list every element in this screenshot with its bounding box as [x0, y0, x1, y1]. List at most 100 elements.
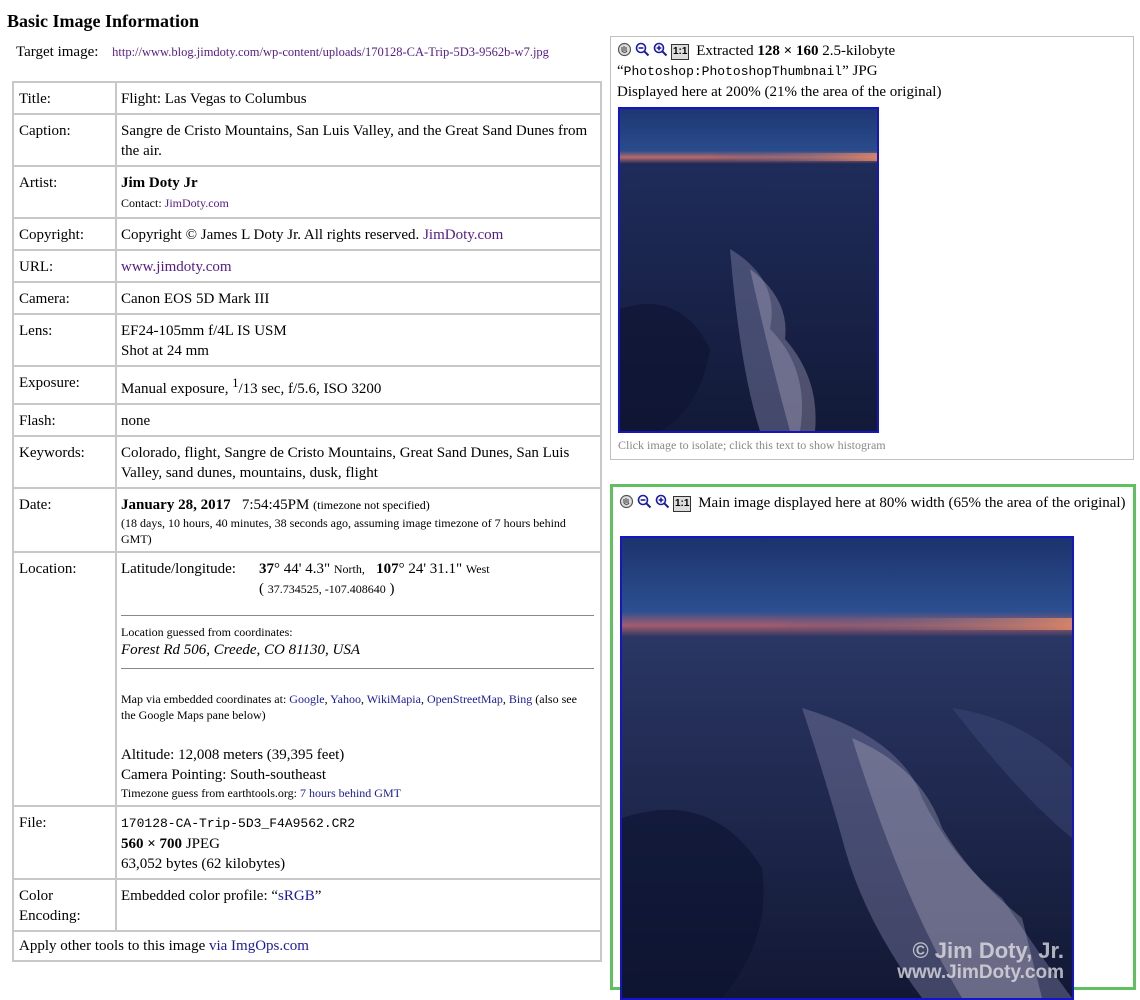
thumbnail-caption[interactable]: Click image to isolate; click this text …	[618, 438, 886, 453]
table-row-color: Color Encoding: Embedded color profile: …	[12, 878, 602, 932]
copyright-value: Copyright © James L Doty Jr. All rights …	[115, 217, 602, 251]
main-image-pane: 1:1 Main image displayed here at 80% wid…	[610, 484, 1136, 1000]
date-timezone: (timezone not specified)	[313, 498, 430, 512]
color-profile-prefix: Embedded color profile:	[121, 888, 268, 904]
thumbnail-size: 2.5-kilobyte	[822, 43, 896, 59]
hand-tool-icon[interactable]	[619, 494, 634, 509]
guessed-location-label: Location guessed from coordinates:	[121, 625, 293, 639]
title-label: Title:	[12, 81, 117, 115]
camera-pointing: Camera Pointing: South-southeast	[121, 767, 326, 783]
map-link-wikimapia[interactable]: WikiMapia	[367, 692, 421, 706]
exposure-mode: Manual exposure,	[121, 381, 229, 397]
table-row-camera: Camera: Canon EOS 5D Mark III	[12, 281, 602, 315]
artist-contact: Contact: JimDoty.com	[121, 196, 229, 210]
map-link-openstreetmap[interactable]: OpenStreetMap	[427, 692, 503, 706]
map-link-bing[interactable]: Bing	[509, 692, 532, 706]
exposure-value: Manual exposure, 1/13 sec, f/5.6, ISO 32…	[115, 365, 602, 405]
artist-name: Jim Doty Jr	[121, 175, 198, 191]
file-value: 170128-CA-Trip-5D3_F4A9562.CR2 560 × 700…	[115, 805, 602, 880]
artist-contact-link[interactable]: JimDoty.com	[165, 196, 229, 210]
date-time: 7:54:45PM	[241, 497, 310, 513]
timezone-guess: Timezone guess from earthtools.org: 7 ho…	[121, 785, 594, 801]
camera-value: Canon EOS 5D Mark III	[115, 281, 602, 315]
location-value: Latitude/longitude: 37° 44' 4.3" North, …	[115, 551, 602, 807]
keywords-label: Keywords:	[12, 435, 117, 489]
zoom-out-icon[interactable]	[635, 42, 650, 57]
caption-label: Caption:	[12, 113, 117, 167]
thumbnail-pane-header: 1:1 Extracted 128 × 160 2.5-kilobyte “Ph…	[617, 42, 942, 100]
file-label: File:	[12, 805, 117, 880]
main-pane-header: 1:1 Main image displayed here at 80% wid…	[613, 487, 1133, 513]
divider	[121, 668, 594, 669]
file-bytes: 63,052 bytes (62 kilobytes)	[121, 856, 286, 872]
latlong-row: Latitude/longitude: 37° 44' 4.3" North, …	[121, 559, 594, 599]
table-row-title: Title: Flight: Las Vegas to Columbus	[12, 81, 602, 115]
lens-value: EF24-105mm f/4L IS USM Shot at 24 mm	[115, 313, 602, 367]
apply-tools-cell: Apply other tools to this image via ImgO…	[12, 930, 602, 962]
target-image-link[interactable]: http://www.blog.jimdoty.com/wp-content/u…	[112, 45, 549, 59]
decimal-coordinates: 37.734525, -107.408640	[267, 582, 386, 596]
thumbnail-image[interactable]	[618, 107, 879, 433]
long-degrees: 107	[376, 561, 399, 577]
date-value: January 28, 2017 7:54:45PM (timezone not…	[115, 487, 602, 553]
url-link[interactable]: www.jimdoty.com	[121, 259, 232, 275]
title-value: Flight: Las Vegas to Columbus	[115, 81, 602, 115]
timezone-guess-prefix: Timezone guess from earthtools.org:	[121, 786, 297, 800]
date-main: January 28, 2017	[121, 497, 231, 513]
long-direction: West	[465, 562, 490, 576]
table-row-keywords: Keywords: Colorado, flight, Sangre de Cr…	[12, 435, 602, 489]
url-value-cell: www.jimdoty.com	[115, 249, 602, 283]
map-link-yahoo[interactable]: Yahoo	[330, 692, 361, 706]
zoom-out-icon[interactable]	[637, 494, 652, 509]
date-label: Date:	[12, 487, 117, 553]
map-links-row: Map via embedded coordinates at: Google,…	[121, 692, 577, 722]
actual-size-button[interactable]: 1:1	[673, 496, 692, 512]
actual-size-button[interactable]: 1:1	[671, 44, 690, 60]
copyright-label: Copyright:	[12, 217, 117, 251]
hand-tool-icon[interactable]	[617, 42, 632, 57]
thumbnail-format: JPG	[852, 63, 878, 79]
thumbnail-pane: 1:1 Extracted 128 × 160 2.5-kilobyte “Ph…	[610, 36, 1134, 460]
table-row-caption: Caption: Sangre de Cristo Mountains, San…	[12, 113, 602, 167]
extracted-label: Extracted	[696, 43, 754, 59]
file-dimensions: 560 × 700	[121, 836, 183, 852]
artist-label: Artist:	[12, 165, 117, 219]
location-label: Location:	[12, 551, 117, 807]
target-image-row: Target image: http://www.blog.jimdoty.co…	[16, 44, 549, 61]
thumbnail-dimensions: 128 × 160	[757, 43, 819, 59]
table-row-lens: Lens: EF24-105mm f/4L IS USM Shot at 24 …	[12, 313, 602, 367]
thumbnail-display-note: Displayed here at 200% (21% the area of …	[617, 84, 942, 100]
camera-label: Camera:	[12, 281, 117, 315]
lat-minutes-seconds: ° 44' 4.3"	[274, 561, 331, 577]
exposure-settings: /13 sec, f/5.6, ISO 3200	[238, 381, 382, 397]
guessed-address: Forest Rd 506, Creede, CO 81130, USA	[121, 642, 360, 658]
copyright-link[interactable]: JimDoty.com	[423, 227, 503, 243]
table-row-apply: Apply other tools to this image via ImgO…	[12, 930, 602, 962]
lens-model: EF24-105mm f/4L IS USM	[121, 323, 287, 339]
color-encoding-value: Embedded color profile: “sRGB”	[115, 878, 602, 932]
color-profile-link[interactable]: sRGB	[278, 888, 315, 904]
divider	[121, 615, 594, 616]
artist-contact-label: Contact:	[121, 196, 162, 210]
lat-direction: North,	[333, 562, 365, 576]
lens-focal: Shot at 24 mm	[121, 343, 209, 359]
flash-label: Flash:	[12, 403, 117, 437]
color-label-line2: Encoding:	[19, 908, 81, 924]
date-ago: (18 days, 10 hours, 40 minutes, 38 secon…	[121, 516, 566, 546]
lat-degrees: 37	[259, 561, 274, 577]
zoom-in-icon[interactable]	[655, 494, 670, 509]
zoom-in-icon[interactable]	[653, 42, 668, 57]
table-row-file: File: 170128-CA-Trip-5D3_F4A9562.CR2 560…	[12, 805, 602, 880]
latlong-label: Latitude/longitude:	[121, 561, 236, 577]
long-minutes-seconds: ° 24' 31.1"	[398, 561, 463, 577]
map-link-google[interactable]: Google	[289, 692, 324, 706]
timezone-guess-link[interactable]: 7 hours behind GMT	[300, 786, 401, 800]
latlong-values: 37° 44' 4.3" North, 107° 24' 31.1" West …	[259, 561, 490, 597]
table-row-copyright: Copyright: Copyright © James L Doty Jr. …	[12, 217, 602, 251]
thumbnail-source: Photoshop:PhotoshopThumbnail	[623, 64, 843, 79]
apply-tools-link[interactable]: via ImgOps.com	[209, 938, 309, 954]
artist-value: Jim Doty Jr Contact: JimDoty.com	[115, 165, 602, 219]
main-image[interactable]: © Jim Doty, Jr. www.JimDoty.com	[620, 536, 1074, 1000]
map-links-prefix: Map via embedded coordinates at:	[121, 692, 287, 706]
table-row-flash: Flash: none	[12, 403, 602, 437]
